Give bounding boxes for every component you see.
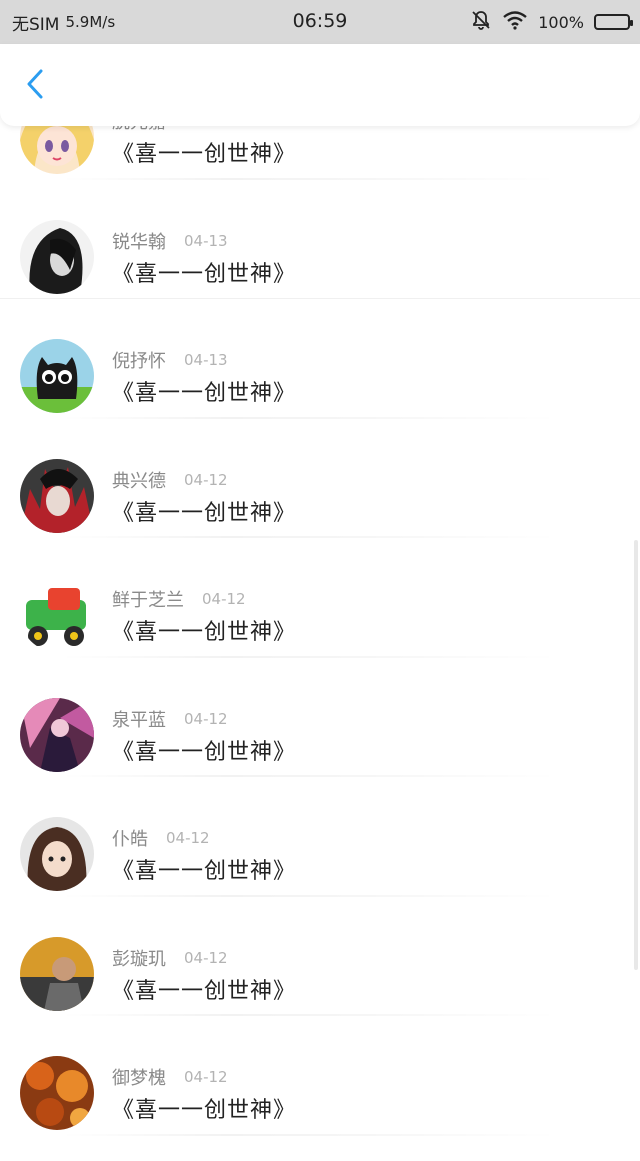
avatar [20,936,94,1011]
user-name: 御梦槐 [112,1068,166,1089]
item-meta: 御梦槐 04-12 [112,1064,228,1090]
item-meta: 典兴德 04-12 [112,467,228,493]
item-date: 04-13 [184,351,228,369]
item-title: 《喜一一创世神》 [112,859,297,884]
user-name: 锐华翰 [112,231,166,253]
item-title: 《喜一一创世神》 [112,142,297,167]
chevron-left-icon [26,68,44,104]
bell-muted-icon [470,9,492,35]
item-meta: 彭璇玑 04-12 [112,945,228,971]
avatar [20,697,94,772]
avatar [20,458,94,533]
avatar [20,1056,94,1130]
item-title: 《喜一一创世神》 [112,500,297,526]
list-item[interactable]: 仆皓 04-12 《喜一一创世神》 [0,777,640,897]
item-date: 04-12 [166,829,210,847]
status-bar: 无SIM 5.9M/s 06:59 100% [0,0,640,44]
item-title: 《喜一一创世神》 [112,381,297,406]
list-item[interactable]: 典兴德 04-12 《喜一一创世神》 [0,419,640,538]
user-name: 典兴德 [112,470,166,492]
record-list: 脱元嘉 04-13 《喜一一创世神》 锐华翰 04-13 《喜一一创世神》 [0,85,640,1161]
wifi-icon [502,10,528,34]
user-name: 倪抒怀 [112,351,166,372]
divider [60,1133,560,1136]
list-item[interactable]: 彭璇玑 04-12 《喜一一创世神》 [0,897,640,1016]
user-name: 彭璇玑 [112,948,166,970]
item-meta: 泉平蓝 04-12 [112,706,228,732]
back-button[interactable] [20,66,50,106]
item-date: 04-12 [184,709,228,728]
item-title: 《喜一一创世神》 [112,739,297,765]
item-date: 04-12 [184,948,228,967]
list-item[interactable]: 御梦槐 04-12 《喜一一创世神》 [0,1016,640,1136]
scrollbar[interactable] [634,540,638,970]
battery-percent: 100% [538,12,584,32]
item-date: 04-12 [184,1068,228,1086]
list-item[interactable]: 泉平蓝 04-12 《喜一一创世神》 [0,658,640,777]
item-date: 04-13 [184,231,228,250]
item-date: 04-12 [202,590,246,608]
item-meta: 锐华翰 04-13 [112,228,228,254]
user-name: 仆皓 [112,829,148,850]
status-right: 100% [470,0,633,44]
user-name: 鲜于芝兰 [112,590,184,611]
item-date: 04-12 [184,470,228,489]
item-title: 《喜一一创世神》 [112,261,297,287]
list-item[interactable]: 鲜于芝兰 04-12 《喜一一创世神》 [0,538,640,658]
avatar [20,578,94,652]
item-title: 《喜一一创世神》 [112,620,297,645]
list-item[interactable]: 锐华翰 04-13 《喜一一创世神》 [0,180,640,299]
item-meta: 鲜于芝兰 04-12 [112,586,246,612]
item-title: 《喜一一创世神》 [112,1098,297,1123]
nav-header [0,44,640,126]
list-item[interactable]: 倪抒怀 04-13 《喜一一创世神》 [0,299,640,419]
item-meta: 倪抒怀 04-13 [112,347,228,373]
item-meta: 仆皓 04-12 [112,825,210,851]
avatar [20,817,94,891]
item-title: 《喜一一创世神》 [112,978,297,1004]
battery-icon [594,14,633,30]
avatar [20,339,94,413]
avatar [20,219,94,294]
user-name: 泉平蓝 [112,709,166,731]
